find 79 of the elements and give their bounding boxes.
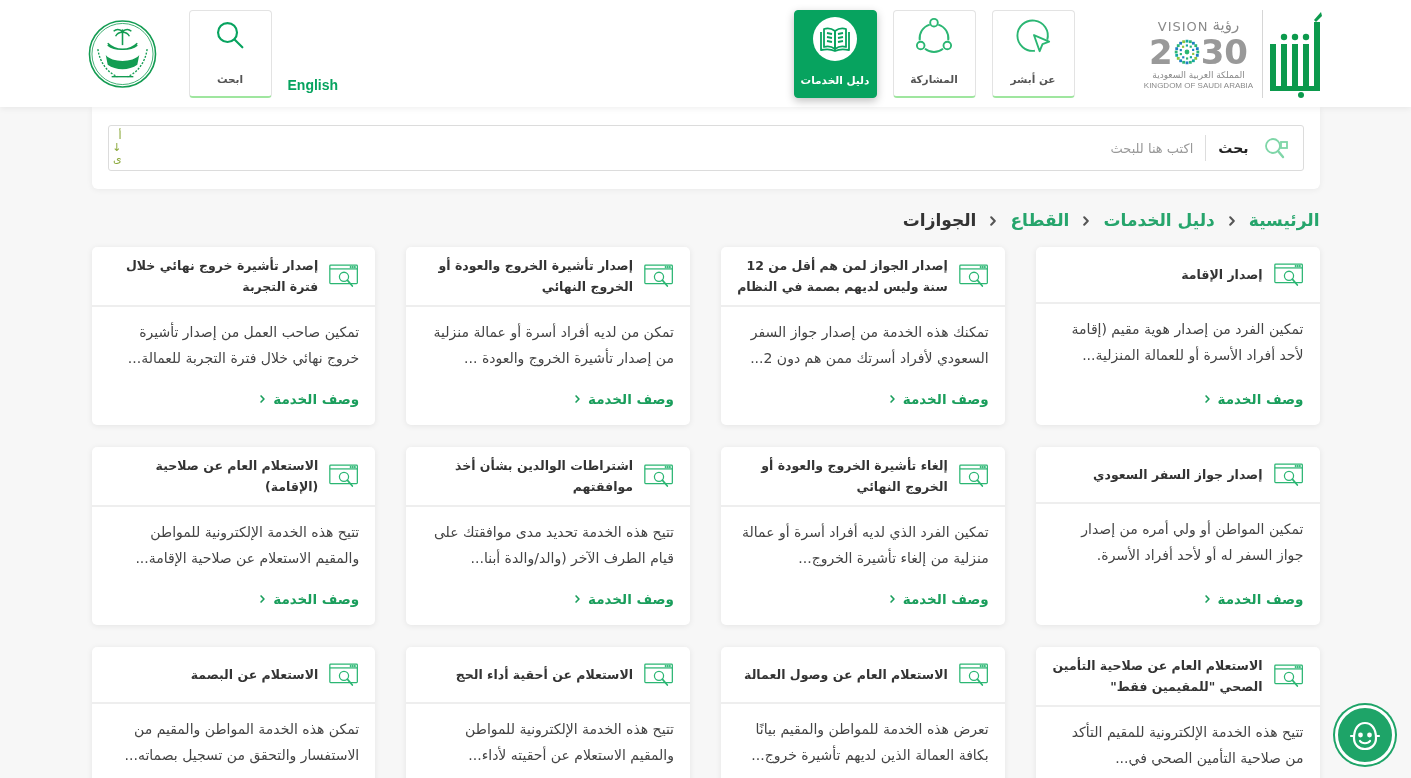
card-title: إلغاء تأشيرة الخروج والعودة أو الخروج النهائي [759,456,948,496]
nav-tile[interactable]: المشاركة [892,9,976,98]
service-link[interactable]: وصف الخدمة [1204,388,1304,409]
breadcrumb-link[interactable]: القطاع [1010,208,1070,234]
window-search-icon [329,662,360,687]
window-search-icon [958,662,989,687]
window-search-icon [958,464,989,488]
card-title: الاستعلام العام عن صلاحية التأمين الصحي "للمقيمين فقط" [1051,656,1263,696]
card-description: تعرض هذه الخدمة للمواطن والمقيم بيانًا بكافة العمالة الذين لديهم تأشيرة خروج... [750,720,989,766]
card-description: تمكين المواطن أو ولي أمره من إصدار جواز السفر له أو لأحد أفراد الأسرة. [1079,519,1304,566]
sort-label: أ↓ى [111,129,122,167]
book-icon [813,16,857,61]
chevron-icon [1083,216,1090,226]
service-link[interactable]: وصف الخدمة [889,388,989,409]
chevron-icon [1204,594,1210,603]
service-link[interactable]: وصف الخدمة [889,588,989,609]
card-title: إصدار الجواز لمن هم أقل من 12 سنة وليس لديهم بصمة في النظام [736,256,948,297]
window-search-icon [958,264,989,288]
card-description: تتيح هذه الخدمة تحديد مدى موافقتك على قيام الطرف الآخر (والد/والدة أبنا... [432,523,674,569]
service-link[interactable]: وصف الخدمة [575,588,674,609]
window-search-icon [644,464,674,488]
card-description: تمكين صاحب العمل من إصدار تأشيرة خروج نهائي خلال فترة التجربة للعمالة... [126,321,360,369]
dot-pattern-icon [1173,38,1200,65]
service-link[interactable]: وصف الخدمة [575,388,674,409]
card-description: تمكين الفرد الذي لديه أفراد أسرة أو عمالة منزلية من إلغاء تأشيرة الخروج... [741,522,989,569]
emblem-logo [87,18,157,89]
card-title: إصدار تأشيرة الخروج والعودة أو الخروج النهائي [437,256,633,296]
window-search-icon [644,662,674,687]
card-title: الاستعلام العام عن صلاحية (الإقامة) [154,457,319,496]
service-link[interactable]: وصف الخدمة [260,588,360,609]
card-description: تمكن هذه الخدمة المواطن والمقيم من الاستفسار والتحقق من تسجيل بصماته... [123,720,360,766]
window-search-icon [1273,664,1304,688]
share-circles-icon [915,16,953,55]
chevron-icon [1204,394,1210,403]
language-link[interactable]: English [287,74,339,96]
window-search-icon [1273,462,1304,487]
card-description: تمكين الفرد من إصدار هوية مقيم (إقامة لأحد أفراد الأسرة أو للعمالة المنزلية... [1070,320,1304,366]
logo-text: رؤية [1212,17,1240,33]
breadcrumb-link[interactable]: دليل الخدمات [1103,208,1215,234]
card-title: الاستعلام عن البصمة [190,666,319,685]
card-title: إصدار جواز السفر السعودي [1093,466,1263,484]
card-title: إصدار تأشيرة خروج نهائي خلال فترة التجربة [124,256,319,296]
chevron-icon [575,394,580,403]
chevron-icon [889,594,895,603]
window-search-icon [329,264,360,288]
card-description: تمكن من لديه أفراد أسرة أو عمالة منزلية من إصدار تأشيرة الخروج والعودة ... [432,322,674,369]
card-description: تتيح هذه الخدمة الإلكترونية للمواطن والمقيم الاستعلام عن أحقيته لأداء... [464,720,674,766]
breadcrumb-link[interactable]: الرئيسية [1248,208,1320,234]
chevron-icon [260,594,266,603]
chevron-icon [260,394,266,403]
nav-tile[interactable]: عن أبشر [991,9,1075,98]
logo-text: 30 [1200,34,1248,69]
breadcrumb-current: الجوازات [902,209,977,233]
search-label: بحث [1218,138,1249,158]
card-description: تتيح هذه الخدمة الإلكترونية للمقيم التأكد من صلاحية التأمين الصحي في... [1070,721,1304,769]
nav-tile[interactable]: دليل الخدمات [793,9,877,98]
window-search-icon [644,264,674,288]
chevron-icon [889,394,895,403]
window-search-icon [1273,262,1304,287]
chevron-icon [1228,216,1235,226]
card-title: الاستعلام عن أحقية أداء الحج [455,665,633,685]
service-link[interactable]: وصف الخدمة [1204,588,1304,609]
service-link[interactable]: وصف الخدمة [260,388,360,409]
card-description: تتيح هذه الخدمة الإلكترونية للمواطن والمقيم الاستعلام عن صلاحية الإقامة... [134,523,360,569]
window-search-icon [329,464,360,488]
search-tile[interactable]: ابحث [188,9,272,98]
chat-button[interactable] [1335,705,1395,765]
chevron-icon [990,216,997,226]
logo-text: 2 [1149,34,1173,69]
card-title: اشتراطات الوالدين بشأن أخذ موافقتهم [453,456,633,496]
logo-text: KINGDOM OF SAUDI ARABIA [1143,81,1254,90]
search-field[interactable]: بحث اكتب هنا للبحث أ↓ى [107,125,1304,171]
search-icon [216,20,244,49]
logo-text: VISION [1157,19,1209,33]
card-title: الاستعلام العام عن وصول العمالة [744,666,948,685]
logo-text: المملكة العربية السعودية [1152,70,1245,80]
chevron-icon [575,594,580,603]
card-description: تمكنك هذه الخدمة من إصدار جواز السفر السعودي لأفراد أسرتك ممن هم دون 2... [749,323,989,369]
card-title: إصدار الإقامة [1181,266,1263,284]
